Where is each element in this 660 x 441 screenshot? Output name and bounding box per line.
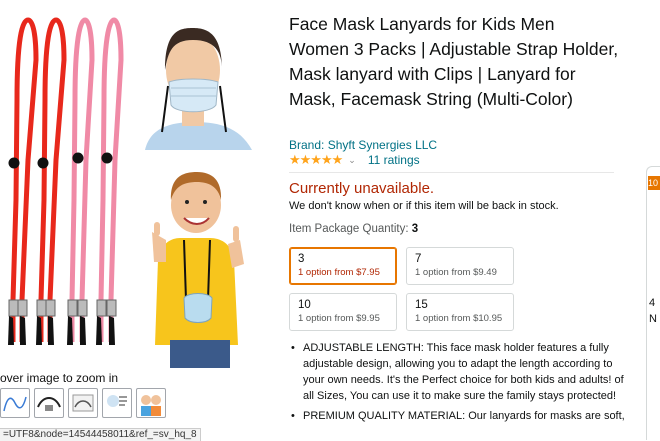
lanyard-thumb[interactable] — [0, 388, 30, 418]
kids-thumb[interactable] — [136, 388, 166, 418]
option-price: 1 option from $10.95 — [415, 313, 503, 324]
rating-row: ★★★★★ ⌄ 11 ratings — [289, 152, 420, 168]
chevron-down-icon[interactable]: ⌄ — [348, 155, 356, 166]
buybox-badge: 10 — [648, 176, 660, 190]
package-quantity-label: Item Package Quantity: 3 — [289, 223, 418, 235]
zoom-hint: over image to zoom in — [0, 371, 119, 385]
quantity-option-15[interactable]: 15 1 option from $10.95 — [406, 293, 514, 331]
option-qty: 15 — [415, 299, 428, 311]
model-images[interactable] — [140, 0, 265, 368]
woman-with-mask-image — [145, 28, 252, 150]
brand-link[interactable]: Brand: Shyft Synergies LLC — [289, 138, 437, 152]
feature-bullet: ADJUSTABLE LENGTH: This face mask holder… — [289, 340, 625, 404]
quantity-option-3[interactable]: 3 1 option from $7.95 — [289, 247, 397, 285]
lanyard-pink-1 — [67, 17, 95, 345]
option-price: 1 option from $9.49 — [415, 267, 497, 278]
main-product-image[interactable] — [0, 0, 140, 368]
buy-box: 4 N — [646, 166, 660, 440]
buybox-edge-text: N — [649, 313, 657, 325]
lanyard-red-1 — [8, 17, 39, 345]
product-title: Face Mask Lanyards for Kids Men Women 3 … — [289, 14, 619, 109]
availability-message: We don't know when or if this item will … — [289, 200, 559, 212]
buybox-edge-text: 4 — [649, 297, 656, 309]
option-price: 1 option from $9.95 — [298, 313, 380, 324]
option-qty: 3 — [298, 253, 305, 265]
clip-thumb[interactable] — [34, 388, 64, 418]
ratings-count-link[interactable]: 11 ratings — [368, 153, 420, 167]
option-price: 1 option from $7.95 — [298, 267, 380, 278]
availability-status: Currently unavailable. — [289, 180, 435, 197]
boy-with-lanyard-image — [152, 172, 244, 368]
thumbnail-strip — [0, 388, 166, 418]
quantity-option-10[interactable]: 10 1 option from $9.95 — [289, 293, 397, 331]
divider — [289, 172, 614, 173]
feature-bullets: ADJUSTABLE LENGTH: This face mask holder… — [289, 340, 625, 428]
pack-thumb[interactable] — [68, 388, 98, 418]
quantity-label-text: Item Package Quantity: — [289, 223, 409, 235]
option-qty: 7 — [415, 253, 422, 265]
lanyard-pink-2 — [96, 17, 124, 345]
option-qty: 10 — [298, 299, 311, 311]
quantity-option-7[interactable]: 7 1 option from $9.49 — [406, 247, 514, 285]
quantity-selected-value: 3 — [411, 223, 419, 235]
star-rating-icon[interactable]: ★★★★★ — [289, 152, 343, 168]
feature-bullet: PREMIUM QUALITY MATERIAL: Our lanyards f… — [289, 408, 625, 424]
status-bar-url: =UTF8&node=14544458011&ref_=sv_hq_8 — [0, 428, 201, 441]
lanyard-red-2 — [36, 17, 67, 345]
infographic-thumb[interactable] — [102, 388, 132, 418]
